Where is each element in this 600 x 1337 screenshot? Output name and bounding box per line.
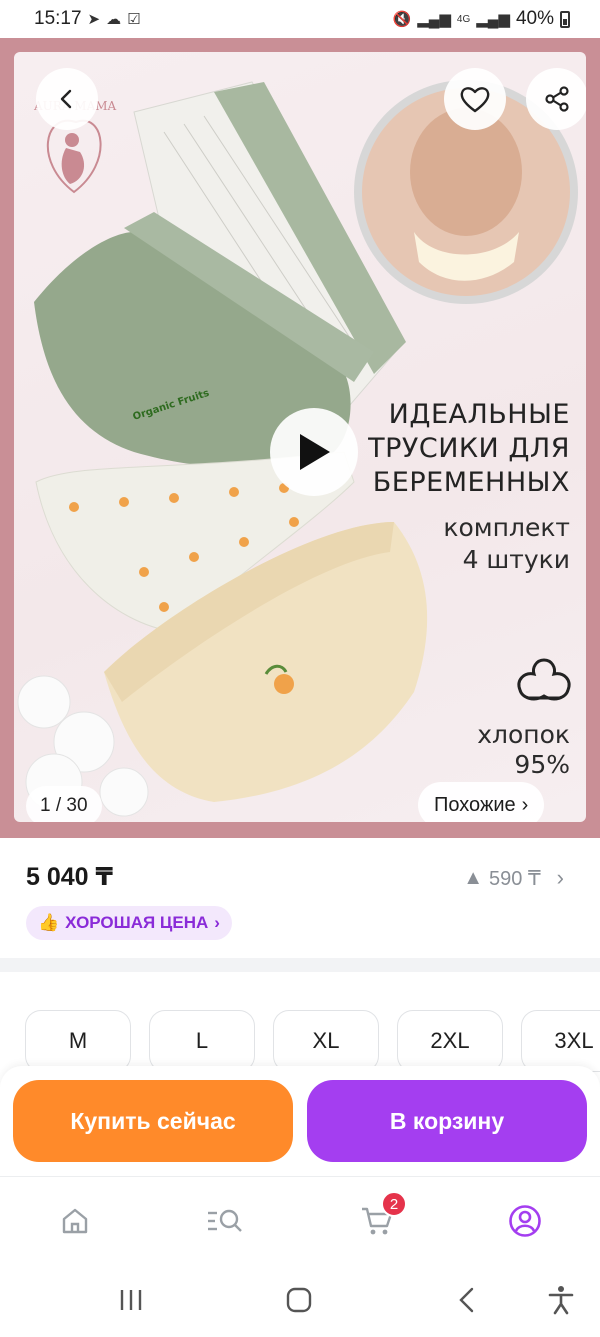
mute-icon: 🔇 [392, 11, 412, 28]
battery-percent: 40% [515, 8, 554, 29]
promo-cotton-line: хлопок [477, 720, 570, 749]
checkbox-icon: ☑ [127, 11, 141, 28]
price-history-button[interactable]: ▲ 590 ₸ › [463, 865, 564, 891]
back-nav-icon [459, 1287, 474, 1313]
promo-headline-line: БЕРЕМЕННЫХ [372, 467, 570, 498]
profile-icon [509, 1205, 541, 1237]
cart-badge: 2 [381, 1191, 407, 1217]
recent-apps-icon [120, 1290, 142, 1310]
section-divider [0, 958, 600, 972]
bottom-tab-bar: 2 [0, 1176, 600, 1262]
status-time: 15:17 [34, 8, 82, 29]
home-nav-button[interactable] [279, 1280, 319, 1320]
status-left: 15:17 ➤ ☁ ☑ [34, 8, 141, 30]
cloud-icon: ☁ [106, 11, 122, 28]
catalog-search-icon [208, 1209, 242, 1232]
signal-icon-2: ▂▄▆ [476, 11, 510, 28]
similar-button[interactable]: Похожие › [418, 782, 545, 822]
network-type: 4G [456, 13, 471, 25]
share-icon [545, 86, 569, 112]
home-nav-icon [286, 1287, 312, 1313]
play-icon [300, 434, 330, 470]
arrow-up-icon: ▲ [463, 866, 484, 889]
price-section: 5 040 ₸ ▲ 590 ₸ › 👍 ХОРОШАЯ ЦЕНА › [0, 838, 600, 958]
tab-profile[interactable] [503, 1199, 547, 1243]
chevron-right-icon: › [556, 865, 564, 890]
chevron-right-icon: › [521, 793, 529, 816]
home-icon [62, 1208, 88, 1234]
promo-set: комплект 4 штуки [443, 512, 570, 576]
good-price-label: ХОРОШАЯ ЦЕНА [65, 913, 209, 932]
promo-headline-line: ТРУСИКИ ДЛЯ [368, 433, 570, 464]
purchase-bar: Купить сейчас В корзину [0, 1066, 600, 1176]
share-button[interactable] [526, 68, 586, 130]
back-nav-button[interactable] [447, 1280, 487, 1320]
play-video-button[interactable] [270, 408, 358, 496]
back-button[interactable] [36, 68, 98, 130]
size-option-2xl[interactable]: 2XL [397, 1010, 503, 1072]
tab-cart[interactable]: 2 [355, 1191, 407, 1243]
price-change: 590 ₸ [489, 867, 541, 890]
size-option-l[interactable]: L [149, 1010, 255, 1072]
promo-headline: ИДЕАЛЬНЫЕ ТРУСИКИ ДЛЯ БЕРЕМЕННЫХ [368, 398, 570, 500]
similar-label: Похожие [434, 793, 516, 816]
add-to-cart-button[interactable]: В корзину [307, 1080, 587, 1162]
tab-home[interactable] [53, 1199, 97, 1243]
recent-apps-button[interactable] [111, 1280, 151, 1320]
accessibility-button[interactable] [541, 1280, 581, 1320]
accessibility-icon [548, 1286, 574, 1315]
good-price-badge[interactable]: 👍 ХОРОШАЯ ЦЕНА › [26, 906, 232, 940]
telegram-icon: ➤ [87, 11, 101, 28]
product-image[interactable]: AURA MAMA Organic Fruits [14, 52, 586, 822]
size-option-m[interactable]: M [25, 1010, 131, 1072]
image-counter: 1 / 30 [26, 786, 102, 822]
thumbs-up-icon: 👍 [38, 913, 60, 932]
promo-set-line: комплект [443, 513, 570, 542]
buy-now-button[interactable]: Купить сейчас [13, 1080, 293, 1162]
battery-icon [560, 10, 570, 28]
back-arrow-icon [60, 89, 72, 109]
favorite-button[interactable] [444, 68, 506, 130]
system-nav-bar [0, 1262, 600, 1337]
size-option-xl[interactable]: XL [273, 1010, 379, 1072]
status-bar: 15:17 ➤ ☁ ☑ 🔇 ▂▄▆ 4G ▂▄▆ 40% [0, 0, 600, 38]
product-gallery[interactable]: AURA MAMA Organic Fruits [0, 38, 600, 838]
promo-set-line: 4 штуки [462, 545, 570, 574]
chevron-right-icon: › [214, 913, 220, 932]
tab-catalog[interactable] [203, 1199, 247, 1243]
status-right: 🔇 ▂▄▆ 4G ▂▄▆ 40% [393, 8, 570, 30]
heart-icon [460, 87, 490, 113]
promo-headline-line: ИДЕАЛЬНЫЕ [388, 399, 570, 430]
cotton-icon [517, 658, 571, 701]
size-option-3xl[interactable]: 3XL [521, 1010, 600, 1072]
promo-cotton-line: 95% [514, 750, 570, 779]
promo-cotton: хлопок 95% [477, 720, 570, 780]
signal-icon: ▂▄▆ [417, 11, 451, 28]
product-price: 5 040 ₸ [26, 863, 113, 891]
